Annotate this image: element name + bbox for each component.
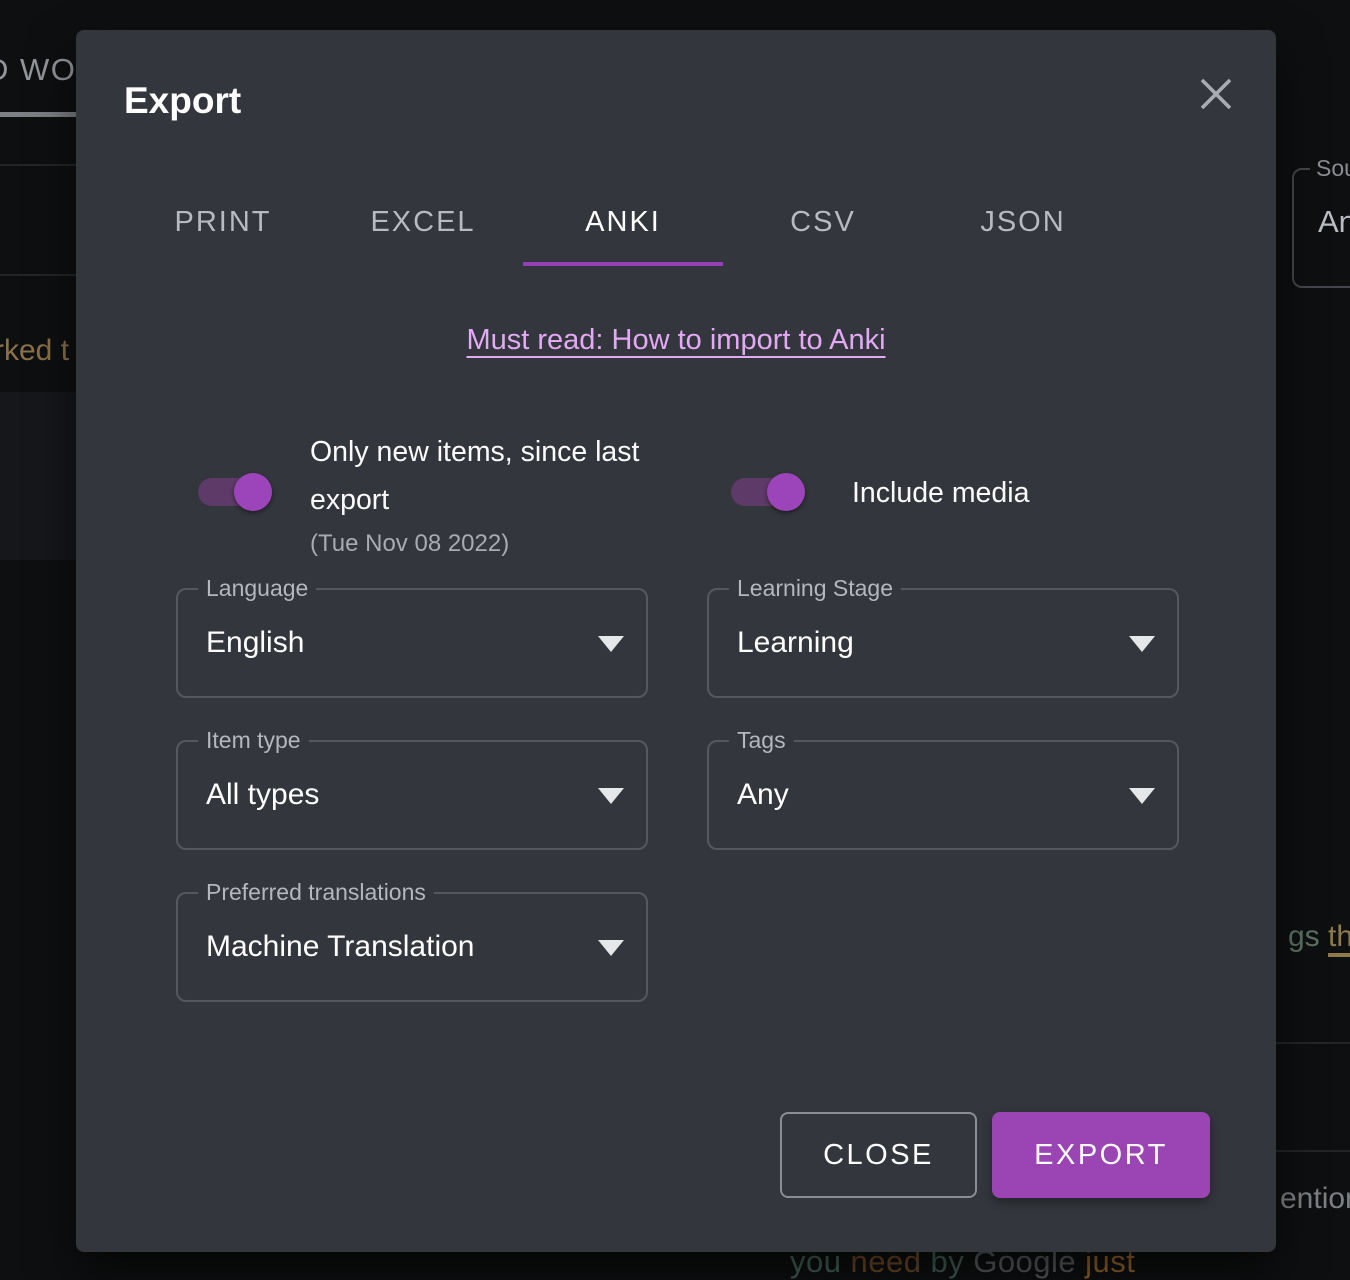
close-icon <box>1197 75 1235 113</box>
tab-print[interactable]: PRINT <box>123 188 323 266</box>
chevron-down-icon <box>1129 636 1155 652</box>
field-value: English <box>206 626 304 660</box>
export-button[interactable]: EXPORT <box>992 1112 1210 1198</box>
tab-label: EXCEL <box>370 206 475 239</box>
tab-excel[interactable]: EXCEL <box>323 188 523 266</box>
chevron-down-icon <box>1129 788 1155 804</box>
toggle-thumb <box>234 473 272 511</box>
app-page: D WOR rked t Sou An gs tha ention younee… <box>0 0 1350 1280</box>
tab-anki[interactable]: ANKI <box>523 188 723 266</box>
chevron-down-icon <box>598 636 624 652</box>
export-dialog: Export PRINT EXCEL ANKI CSV JSON <box>76 30 1276 1252</box>
field-label: Language <box>198 575 316 602</box>
preferred-translations-select[interactable]: Preferred translations Machine Translati… <box>176 892 648 1002</box>
field-label: Item type <box>198 727 309 754</box>
only-new-items-label: Only new items, since last export <box>310 428 640 524</box>
field-label: Learning Stage <box>729 575 901 602</box>
include-media-toggle[interactable] <box>731 478 801 506</box>
language-select[interactable]: Language English <box>176 588 648 698</box>
field-value: Machine Translation <box>206 930 474 964</box>
tab-json[interactable]: JSON <box>923 188 1123 266</box>
close-button[interactable]: CLOSE <box>780 1112 977 1198</box>
toggle-thumb <box>767 473 805 511</box>
last-export-date: (Tue Nov 08 2022) <box>310 524 509 564</box>
field-value: All types <box>206 778 319 812</box>
tab-label: JSON <box>980 206 1065 239</box>
close-dialog-button[interactable] <box>1188 66 1244 122</box>
field-label: Preferred translations <box>198 879 434 906</box>
anki-help-link-row: Must read: How to import to Anki <box>76 324 1276 357</box>
item-type-select[interactable]: Item type All types <box>176 740 648 850</box>
chevron-down-icon <box>598 940 624 956</box>
tags-select[interactable]: Tags Any <box>707 740 1179 850</box>
tab-label: CSV <box>790 206 856 239</box>
field-value: Any <box>737 778 789 812</box>
tab-label: PRINT <box>175 206 272 239</box>
field-label: Tags <box>729 727 794 754</box>
dialog-title: Export <box>124 80 241 122</box>
include-media-label: Include media <box>852 470 1029 516</box>
only-new-items-toggle[interactable] <box>198 478 268 506</box>
field-value: Learning <box>737 626 854 660</box>
learning-stage-select[interactable]: Learning Stage Learning <box>707 588 1179 698</box>
tab-label: ANKI <box>585 206 661 239</box>
chevron-down-icon <box>598 788 624 804</box>
active-tab-indicator <box>523 262 723 266</box>
tab-csv[interactable]: CSV <box>723 188 923 266</box>
anki-import-help-link[interactable]: Must read: How to import to Anki <box>466 324 885 356</box>
export-format-tabs: PRINT EXCEL ANKI CSV JSON <box>123 188 1123 266</box>
